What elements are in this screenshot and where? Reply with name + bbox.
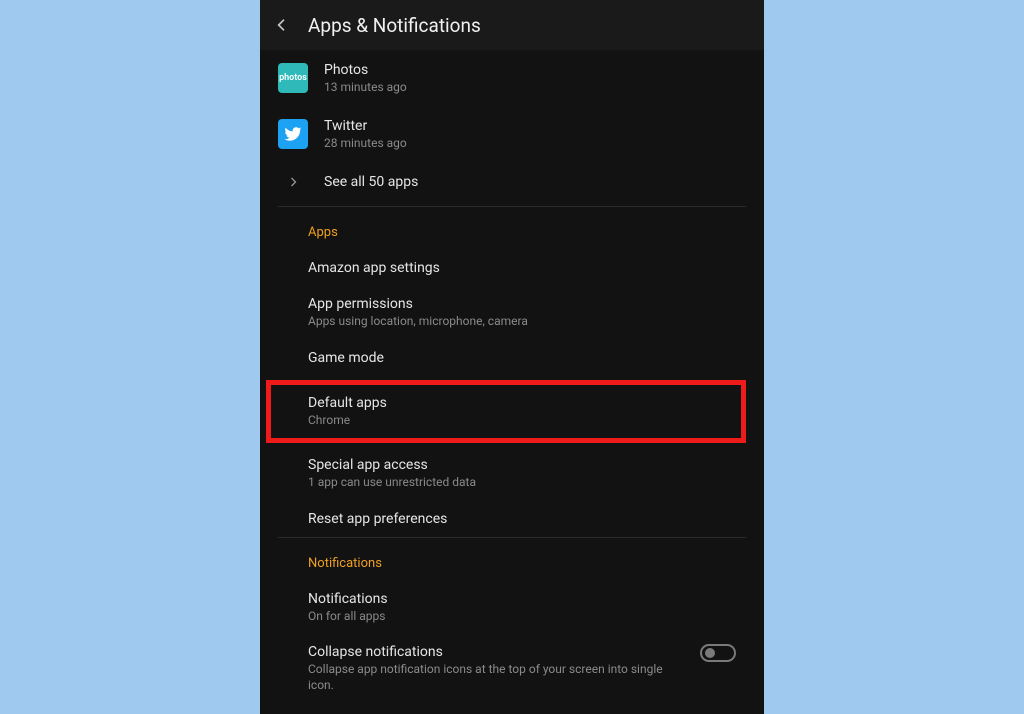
app-name: Photos bbox=[324, 62, 407, 78]
item-sub: Chrome bbox=[308, 413, 741, 429]
item-default-apps[interactable]: Default apps Chrome bbox=[308, 395, 741, 429]
section-header-apps: Apps bbox=[260, 207, 764, 250]
item-title: App permissions bbox=[308, 296, 746, 312]
header-bar: Apps & Notifications bbox=[260, 0, 764, 50]
item-reset-app-preferences[interactable]: Reset app preferences bbox=[260, 501, 764, 537]
page-title: Apps & Notifications bbox=[308, 14, 481, 37]
toggle-knob-icon bbox=[705, 648, 715, 658]
item-title: Notifications bbox=[308, 591, 746, 607]
item-title: Amazon app settings bbox=[308, 260, 746, 276]
item-title: Default apps bbox=[308, 395, 741, 411]
recent-app-twitter[interactable]: Twitter 28 minutes ago bbox=[260, 106, 764, 162]
see-all-apps[interactable]: See all 50 apps bbox=[260, 162, 764, 206]
highlight-default-apps: Default apps Chrome bbox=[266, 380, 746, 444]
item-collapse-notifications[interactable]: Collapse notifications Collapse app noti… bbox=[260, 634, 764, 703]
app-timestamp: 28 minutes ago bbox=[324, 136, 407, 150]
item-title: Game mode bbox=[308, 350, 746, 366]
item-sub: Apps using location, microphone, camera bbox=[308, 314, 746, 330]
app-name: Twitter bbox=[324, 118, 407, 134]
item-title: Special app access bbox=[308, 457, 746, 473]
back-icon[interactable] bbox=[274, 17, 290, 33]
item-sub: On for all apps bbox=[308, 609, 746, 625]
item-special-app-access[interactable]: Special app access 1 app can use unrestr… bbox=[260, 447, 764, 501]
twitter-app-icon bbox=[278, 119, 308, 149]
photos-app-icon: photos bbox=[278, 63, 308, 93]
item-game-mode[interactable]: Game mode bbox=[260, 340, 764, 376]
app-timestamp: 13 minutes ago bbox=[324, 80, 407, 94]
chevron-right-icon bbox=[278, 176, 308, 188]
item-sub: Collapse app notification icons at the t… bbox=[308, 662, 690, 693]
item-title: Collapse notifications bbox=[308, 644, 690, 660]
see-all-label: See all 50 apps bbox=[324, 174, 418, 190]
item-notifications[interactable]: Notifications On for all apps bbox=[260, 581, 764, 635]
section-header-notifications: Notifications bbox=[260, 538, 764, 581]
collapse-toggle[interactable] bbox=[700, 644, 736, 662]
item-title: Reset app preferences bbox=[308, 511, 746, 527]
item-app-permissions[interactable]: App permissions Apps using location, mic… bbox=[260, 286, 764, 340]
item-sub: 1 app can use unrestricted data bbox=[308, 475, 746, 491]
item-amazon-app-settings[interactable]: Amazon app settings bbox=[260, 250, 764, 286]
settings-scroll[interactable]: photos Photos 13 minutes ago Twitter 28 … bbox=[260, 50, 764, 714]
device-frame: Apps & Notifications photos Photos 13 mi… bbox=[260, 0, 764, 714]
recent-app-photos[interactable]: photos Photos 13 minutes ago bbox=[260, 50, 764, 106]
